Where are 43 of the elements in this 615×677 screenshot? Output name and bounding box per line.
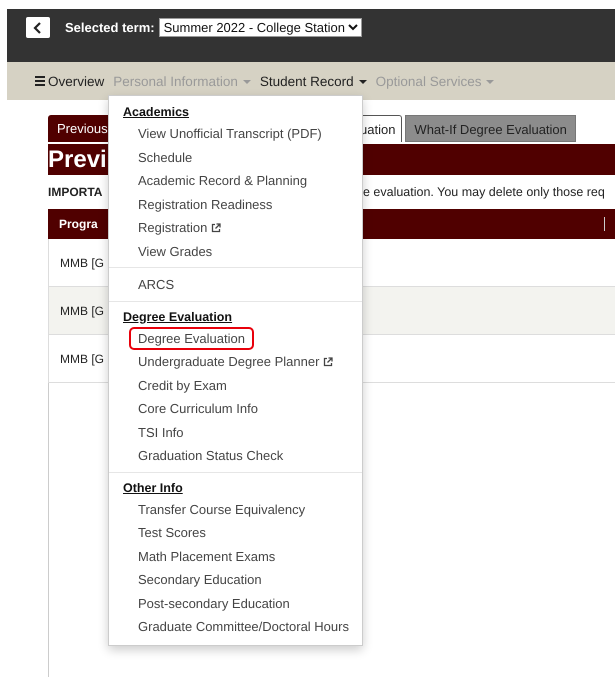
menu-item[interactable]: Test Scores bbox=[129, 521, 215, 544]
nav-link[interactable]: Student Record bbox=[260, 74, 367, 88]
menu-item[interactable]: Credit by Exam bbox=[129, 374, 236, 397]
menu-item[interactable]: Degree Evaluation bbox=[129, 326, 254, 350]
menu-heading: Academics bbox=[122, 104, 190, 121]
caret-icon bbox=[358, 80, 367, 84]
menu-item[interactable]: TSI Info bbox=[129, 420, 193, 444]
menu-item[interactable]: Registration Readiness bbox=[129, 192, 282, 216]
menu-item[interactable]: Math Placement Exams bbox=[129, 544, 284, 568]
chevron-left-icon bbox=[33, 22, 43, 34]
external-link-icon bbox=[211, 222, 222, 233]
term-label: Selected term: bbox=[65, 20, 155, 35]
menu-item[interactable]: Graduation Status Check bbox=[129, 444, 292, 468]
external-link-icon bbox=[323, 356, 334, 367]
menu-heading: Degree Evaluation bbox=[122, 308, 234, 326]
menu-item[interactable]: ARCS bbox=[129, 273, 184, 296]
back-button[interactable] bbox=[26, 17, 50, 38]
menu-icon[interactable] bbox=[35, 76, 45, 86]
menu-item[interactable]: Transfer Course Equivalency bbox=[129, 498, 314, 521]
nav-link[interactable]: Overview bbox=[48, 74, 104, 88]
column-header: Progra bbox=[58, 217, 98, 231]
notice-label: IMPORTA bbox=[48, 185, 104, 199]
menu-item[interactable]: View Grades bbox=[129, 240, 222, 263]
menu-item[interactable]: Secondary Education bbox=[129, 568, 271, 592]
notice-text: e evaluation. You may delete only those req bbox=[363, 185, 606, 199]
menu-item[interactable]: View Unofficial Transcript (PDF) bbox=[129, 122, 331, 146]
term-select[interactable]: Summer 2022 - College Station bbox=[158, 18, 362, 37]
tab[interactable]: What-If Degree Evaluation bbox=[405, 115, 576, 142]
menu-item[interactable]: Registration bbox=[129, 216, 230, 240]
menu-item[interactable]: Undergraduate Degree Planner bbox=[129, 350, 342, 374]
caret-icon bbox=[242, 80, 251, 84]
table-cell-text: MMB [G bbox=[59, 352, 104, 366]
menu-item[interactable]: Graduate Committee/Doctoral Hours bbox=[129, 615, 358, 638]
menu-item[interactable]: Schedule bbox=[129, 146, 202, 169]
menu-item[interactable]: Core Curriculum Info bbox=[129, 397, 267, 420]
page-heading: Previ bbox=[48, 146, 107, 174]
caret-icon bbox=[486, 80, 494, 84]
menu-item[interactable]: Academic Record & Planning bbox=[129, 169, 316, 192]
table-cell-text: MMB [G bbox=[59, 256, 104, 270]
menu-item[interactable]: Post-secondary Education bbox=[129, 592, 299, 615]
table-cell-text: MMB [G bbox=[59, 304, 104, 318]
menu-heading: Other Info bbox=[122, 480, 184, 496]
chevron-down-icon bbox=[348, 24, 358, 31]
